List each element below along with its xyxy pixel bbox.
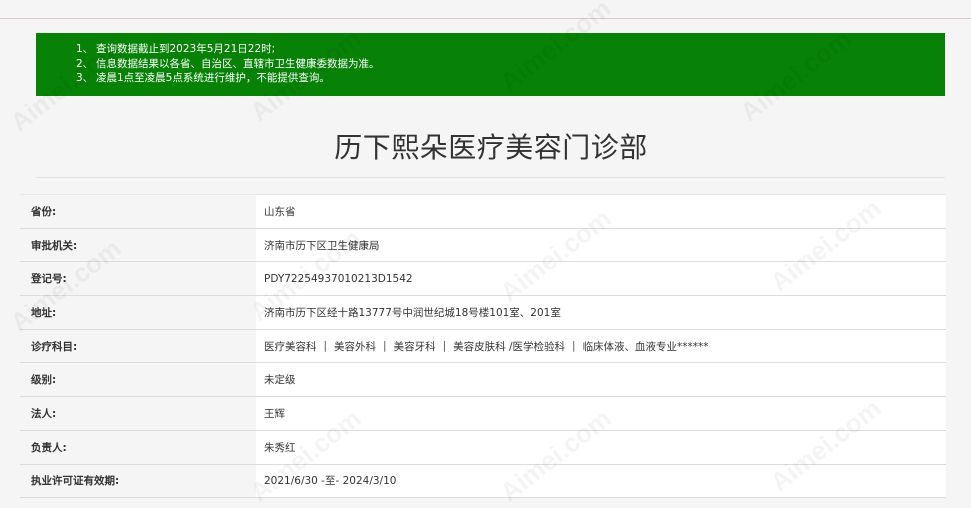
- field-label: 地址:: [20, 296, 256, 329]
- field-label: 级别:: [20, 363, 256, 397]
- department-item: 美容牙科: [393, 340, 436, 353]
- field-value: 2021/6/30 -至- 2024/3/10: [256, 464, 946, 498]
- field-value: 济南市历下区卫生健康局: [256, 228, 946, 262]
- field-label: 审批机关:: [20, 228, 256, 262]
- clinic-info-table: 省份: 山东省 审批机关: 济南市历下区卫生健康局 登记号: PDY722549…: [20, 194, 946, 499]
- info-row-legal-rep: 法人: 王辉: [20, 397, 946, 431]
- field-value: 王辉: [256, 397, 946, 430]
- field-label: 登记号:: [20, 262, 256, 296]
- field-label: 执业许可证有效期:: [20, 464, 256, 498]
- title-divider: [36, 177, 945, 178]
- department-separator: |: [383, 340, 387, 353]
- field-label: 法人:: [20, 397, 256, 430]
- info-row-registration: 登记号: PDY72254937010213D1542: [20, 262, 946, 297]
- notice-line-1: 1、 查询数据截止到2023年5月21日22时;: [76, 43, 276, 55]
- info-row-departments: 诊疗科目: 医疗美容科 | 美容外科 | 美容牙科 | 美容皮肤科 /医学检验科…: [20, 329, 946, 364]
- field-label: 诊疗科目:: [20, 329, 256, 363]
- field-value: PDY72254937010213D1542: [256, 262, 946, 296]
- notice-line-3: 3、 凌晨1点至凌晨5点系统进行维护，不能提供查询。: [76, 72, 330, 84]
- notice-banner: 1、 查询数据截止到2023年5月21日22时; 2、 信息数据结果以各省、自治区、…: [36, 33, 945, 96]
- field-label: 省份:: [20, 195, 256, 228]
- info-row-province: 省份: 山东省: [20, 194, 946, 229]
- department-separator: |: [323, 340, 328, 353]
- department-item: 临床体液、血液专业******: [582, 340, 709, 353]
- top-divider: [0, 18, 971, 19]
- department-list: 医疗美容科 | 美容外科 | 美容牙科 | 美容皮肤科 /医学检验科 | 临床体…: [256, 329, 946, 363]
- field-value: 山东省: [256, 195, 946, 228]
- info-row-level: 级别: 未定级: [20, 363, 946, 398]
- info-row-address: 地址: 济南市历下区经十路13777号中润世纪城18号楼101室、201室: [20, 296, 946, 330]
- field-label: 负责人:: [20, 430, 256, 464]
- info-row-license-validity: 执业许可证有效期: 2021/6/30 -至- 2024/3/10: [20, 464, 946, 499]
- department-separator: |: [442, 340, 447, 353]
- info-row-manager: 负责人: 朱秀红: [20, 430, 946, 465]
- department-item: 医疗美容科: [264, 340, 317, 353]
- page-title: 历下熙朵医疗美容门诊部: [334, 131, 648, 164]
- department-item: 美容外科: [334, 340, 377, 353]
- department-separator: |: [572, 340, 576, 353]
- info-row-authority: 审批机关: 济南市历下区卫生健康局: [20, 228, 946, 263]
- department-item: 美容皮肤科 /医学检验科: [453, 340, 566, 353]
- field-value: 济南市历下区经十路13777号中润世纪城18号楼101室、201室: [256, 296, 946, 329]
- notice-line-2: 2、 信息数据结果以各省、自治区、直辖市卫生健康委数据为准。: [76, 57, 380, 70]
- field-value: 朱秀红: [256, 430, 946, 464]
- field-value: 未定级: [256, 363, 946, 397]
